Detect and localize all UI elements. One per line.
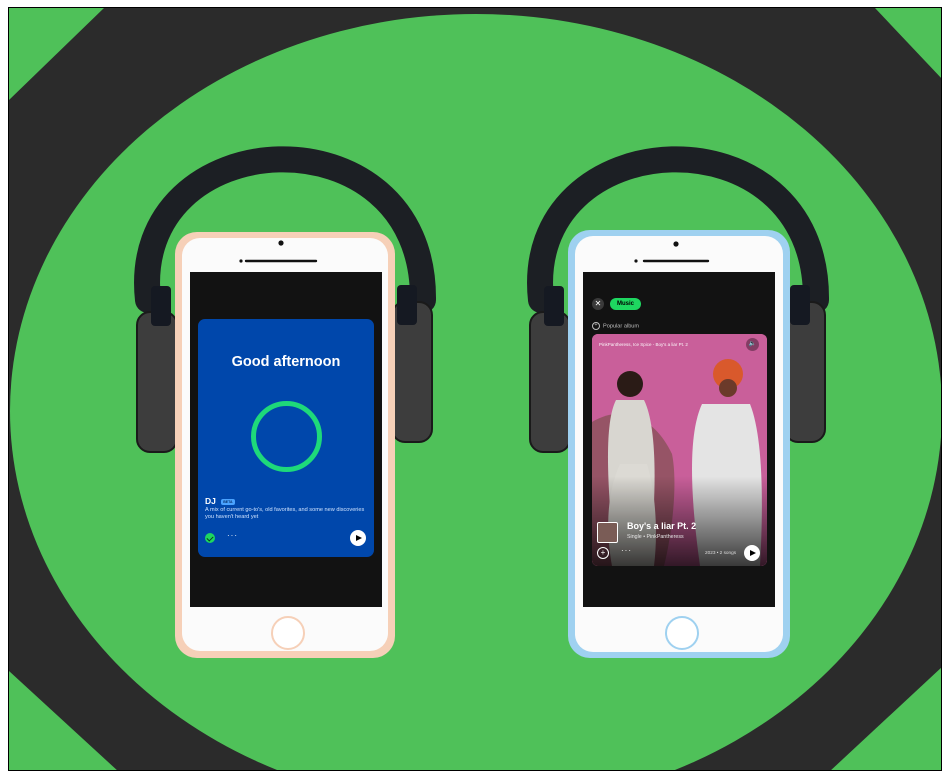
- add-icon: +: [592, 322, 600, 330]
- section-label-text: Popular album: [603, 323, 640, 330]
- song-subtitle: Single • PinkPantheress: [627, 534, 684, 540]
- artwork-frame: Good afternoon DJ BETA A mix of current …: [0, 0, 945, 773]
- music-filter-chip[interactable]: Music: [610, 298, 642, 310]
- add-to-library-button[interactable]: +: [597, 547, 609, 559]
- song-title: Boy's a liar Pt. 2: [627, 521, 697, 531]
- more-options-button[interactable]: ···: [621, 546, 632, 555]
- right-phone-screen: ✕ Music + Popular album PinkPantheress, I…: [583, 272, 775, 607]
- artists-line: PinkPantheress, Ice Spice - Boy's a liar…: [599, 342, 688, 347]
- close-icon[interactable]: ✕: [592, 298, 604, 310]
- album-art: [597, 522, 618, 543]
- right-phone-illustration: [527, 146, 830, 658]
- album-preview-card[interactable]: PinkPantheress, Ice Spice - Boy's a liar…: [592, 334, 767, 566]
- play-button[interactable]: [744, 545, 760, 561]
- release-meta: 2023 • 2 songs: [705, 550, 737, 555]
- section-label: + Popular album: [592, 322, 639, 330]
- speaker-icon[interactable]: 🔈: [746, 338, 759, 351]
